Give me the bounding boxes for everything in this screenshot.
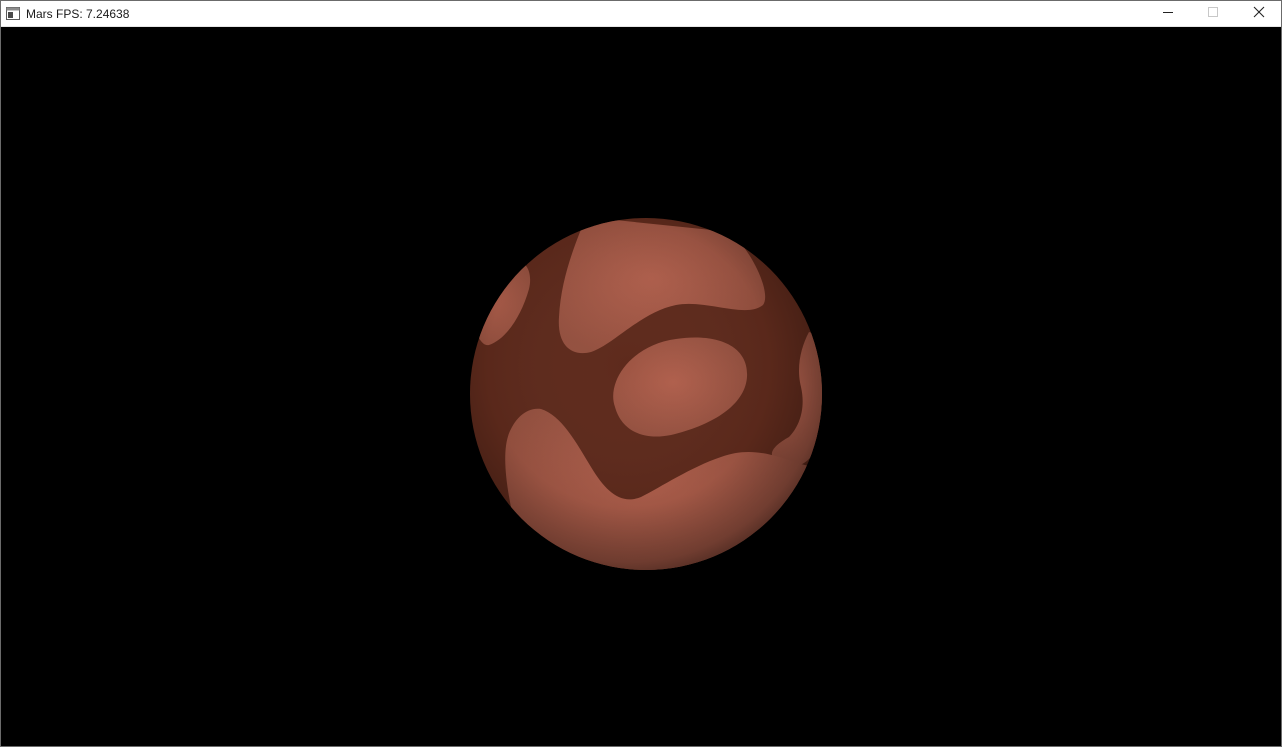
close-icon [1253,5,1265,23]
planet-shading [470,218,822,570]
maximize-icon [1207,5,1219,23]
scene-canvas [470,218,822,570]
window-title: Mars FPS: 7.24638 [26,7,130,21]
minimize-button[interactable] [1145,1,1191,27]
title-bar[interactable]: Mars FPS: 7.24638 [1,1,1281,27]
mars-planet [470,218,822,570]
maximize-button[interactable] [1190,1,1236,27]
render-viewport[interactable] [1,27,1281,746]
minimize-icon [1162,5,1174,23]
app-window: Mars FPS: 7.24638 [0,0,1282,747]
app-window-icon [6,7,20,20]
close-button[interactable] [1236,1,1282,27]
